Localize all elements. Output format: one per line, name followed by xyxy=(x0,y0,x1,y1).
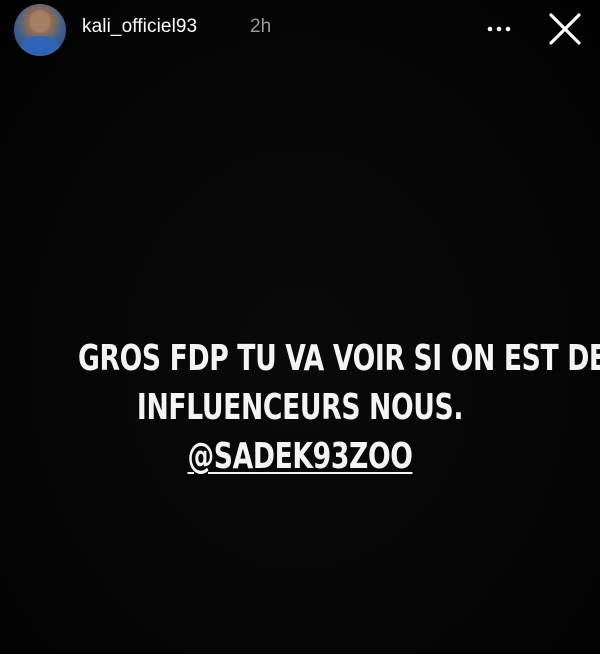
more-options-button[interactable] xyxy=(480,14,520,44)
story-viewer[interactable]: kali_officiel93 2h GROS FDP TU VA VOIR S… xyxy=(0,0,600,654)
close-button[interactable] xyxy=(544,8,586,50)
post-time: 2h xyxy=(250,16,272,37)
close-x-icon xyxy=(549,13,581,45)
caption-line-2: INFLUENCEURS NOUS. xyxy=(136,387,464,428)
caption-line-1: GROS FDP TU VA VOIR SI ON EST DES xyxy=(78,338,600,379)
mention-link[interactable]: @SADEK93ZOO xyxy=(187,436,412,477)
caption-line-3: @SADEK93ZOO xyxy=(78,432,522,481)
avatar[interactable] xyxy=(14,4,66,56)
avatar-head xyxy=(30,10,50,32)
story-caption: GROS FDP TU VA VOIR SI ON EST DES INFLUE… xyxy=(78,334,600,481)
avatar-shirt xyxy=(20,36,60,56)
username[interactable]: kali_officiel93 xyxy=(82,16,197,38)
story-header: kali_officiel93 2h xyxy=(0,0,600,62)
more-horizontal-icon xyxy=(487,26,511,32)
